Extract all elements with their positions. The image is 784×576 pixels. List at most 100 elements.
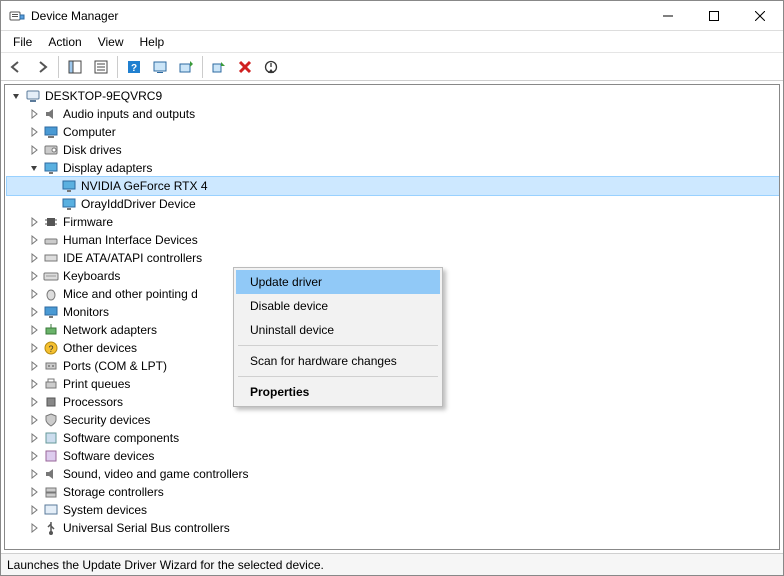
status-bar: Launches the Update Driver Wizard for th… xyxy=(1,553,783,575)
ctx-properties[interactable]: Properties xyxy=(236,380,440,404)
expand-icon[interactable] xyxy=(27,287,41,301)
tree-label: Ports (COM & LPT) xyxy=(63,357,167,375)
expand-icon[interactable] xyxy=(27,269,41,283)
expand-icon[interactable] xyxy=(27,395,41,409)
component-icon xyxy=(43,430,59,446)
update-driver-button[interactable] xyxy=(174,55,198,79)
tree-node-ide[interactable]: IDE ATA/ATAPI controllers xyxy=(7,249,779,267)
expand-icon[interactable] xyxy=(27,305,41,319)
uninstall-device-button[interactable] xyxy=(233,55,257,79)
device-manager-window: Device Manager File Action View Help xyxy=(0,0,784,576)
tree-node-storage[interactable]: Storage controllers xyxy=(7,483,779,501)
tree-label: Audio inputs and outputs xyxy=(63,105,195,123)
tree-label: OrayIddDriver Device xyxy=(81,195,196,213)
back-button[interactable] xyxy=(4,55,28,79)
expand-icon[interactable] xyxy=(27,251,41,265)
expand-icon[interactable] xyxy=(27,431,41,445)
tree-node-display-child-oray[interactable]: OrayIddDriver Device xyxy=(7,195,779,213)
collapse-icon[interactable] xyxy=(27,161,41,175)
tree-label: Firmware xyxy=(63,213,113,231)
properties-button[interactable] xyxy=(89,55,113,79)
tree-label: Network adapters xyxy=(63,321,157,339)
tree-node-software-devices[interactable]: Software devices xyxy=(7,447,779,465)
display-adapter-icon xyxy=(43,160,59,176)
tree-label: Monitors xyxy=(63,303,109,321)
toolbar: ? xyxy=(1,53,783,81)
expand-icon[interactable] xyxy=(27,233,41,247)
expand-icon[interactable] xyxy=(27,413,41,427)
tree-node-usb[interactable]: Universal Serial Bus controllers xyxy=(7,519,779,537)
software-icon xyxy=(43,448,59,464)
tree-label: Processors xyxy=(63,393,123,411)
sound-icon xyxy=(43,466,59,482)
expand-icon[interactable] xyxy=(27,485,41,499)
monitor-icon xyxy=(43,124,59,140)
tree-node-security[interactable]: Security devices xyxy=(7,411,779,429)
chip-icon xyxy=(43,214,59,230)
tree-label: Sound, video and game controllers xyxy=(63,465,248,483)
title-bar: Device Manager xyxy=(1,1,783,31)
enable-device-button[interactable] xyxy=(207,55,231,79)
tree-node-system[interactable]: System devices xyxy=(7,501,779,519)
svg-text:?: ? xyxy=(131,63,137,74)
unknown-icon: ? xyxy=(43,340,59,356)
network-icon xyxy=(43,322,59,338)
expand-icon[interactable] xyxy=(27,215,41,229)
tree-node-audio[interactable]: Audio inputs and outputs xyxy=(7,105,779,123)
monitor-icon xyxy=(43,304,59,320)
system-icon xyxy=(43,502,59,518)
expand-icon[interactable] xyxy=(27,449,41,463)
ctx-separator xyxy=(238,345,438,346)
expand-icon[interactable] xyxy=(27,323,41,337)
tree-label: System devices xyxy=(63,501,147,519)
expand-icon[interactable] xyxy=(27,107,41,121)
tree-label: Mice and other pointing d xyxy=(63,285,198,303)
tree-node-firmware[interactable]: Firmware xyxy=(7,213,779,231)
tree-node-hid[interactable]: Human Interface Devices xyxy=(7,231,779,249)
collapse-icon[interactable] xyxy=(9,89,23,103)
forward-button[interactable] xyxy=(30,55,54,79)
expand-icon[interactable] xyxy=(27,143,41,157)
expand-icon[interactable] xyxy=(27,125,41,139)
computer-icon xyxy=(25,88,41,104)
speaker-icon xyxy=(43,106,59,122)
ctx-update-driver[interactable]: Update driver xyxy=(236,270,440,294)
expand-icon[interactable] xyxy=(27,377,41,391)
ctx-disable-device[interactable]: Disable device xyxy=(236,294,440,318)
scan-hardware-button[interactable] xyxy=(148,55,172,79)
shield-icon xyxy=(43,412,59,428)
minimize-button[interactable] xyxy=(645,1,691,31)
show-hide-console-tree-button[interactable] xyxy=(63,55,87,79)
tree-label: Keyboards xyxy=(63,267,120,285)
expand-icon[interactable] xyxy=(27,503,41,517)
maximize-button[interactable] xyxy=(691,1,737,31)
close-button[interactable] xyxy=(737,1,783,31)
menu-file[interactable]: File xyxy=(5,33,40,51)
usb-icon xyxy=(43,520,59,536)
menu-action[interactable]: Action xyxy=(40,33,89,51)
tree-node-display[interactable]: Display adapters xyxy=(7,159,779,177)
tree-node-sound[interactable]: Sound, video and game controllers xyxy=(7,465,779,483)
cpu-icon xyxy=(43,394,59,410)
help-button[interactable]: ? xyxy=(122,55,146,79)
ctx-uninstall-device[interactable]: Uninstall device xyxy=(236,318,440,342)
expand-icon[interactable] xyxy=(27,341,41,355)
keyboard-icon xyxy=(43,268,59,284)
tree-node-display-child-nvidia[interactable]: NVIDIA GeForce RTX 4 xyxy=(7,177,779,195)
tree-label: Software devices xyxy=(63,447,154,465)
menu-help[interactable]: Help xyxy=(132,33,173,51)
tree-node-computer[interactable]: Computer xyxy=(7,123,779,141)
menu-view[interactable]: View xyxy=(90,33,132,51)
tree-node-disk[interactable]: Disk drives xyxy=(7,141,779,159)
tree-root[interactable]: DESKTOP-9EQVRC9 xyxy=(7,87,779,105)
tree-label: Human Interface Devices xyxy=(63,231,198,249)
expand-icon[interactable] xyxy=(27,467,41,481)
expand-icon[interactable] xyxy=(27,521,41,535)
tree-node-software-components[interactable]: Software components xyxy=(7,429,779,447)
tree-label: IDE ATA/ATAPI controllers xyxy=(63,249,202,267)
ctx-scan-hardware[interactable]: Scan for hardware changes xyxy=(236,349,440,373)
ctx-separator xyxy=(238,376,438,377)
expand-icon[interactable] xyxy=(27,359,41,373)
disable-device-button[interactable] xyxy=(259,55,283,79)
storage-icon xyxy=(43,484,59,500)
